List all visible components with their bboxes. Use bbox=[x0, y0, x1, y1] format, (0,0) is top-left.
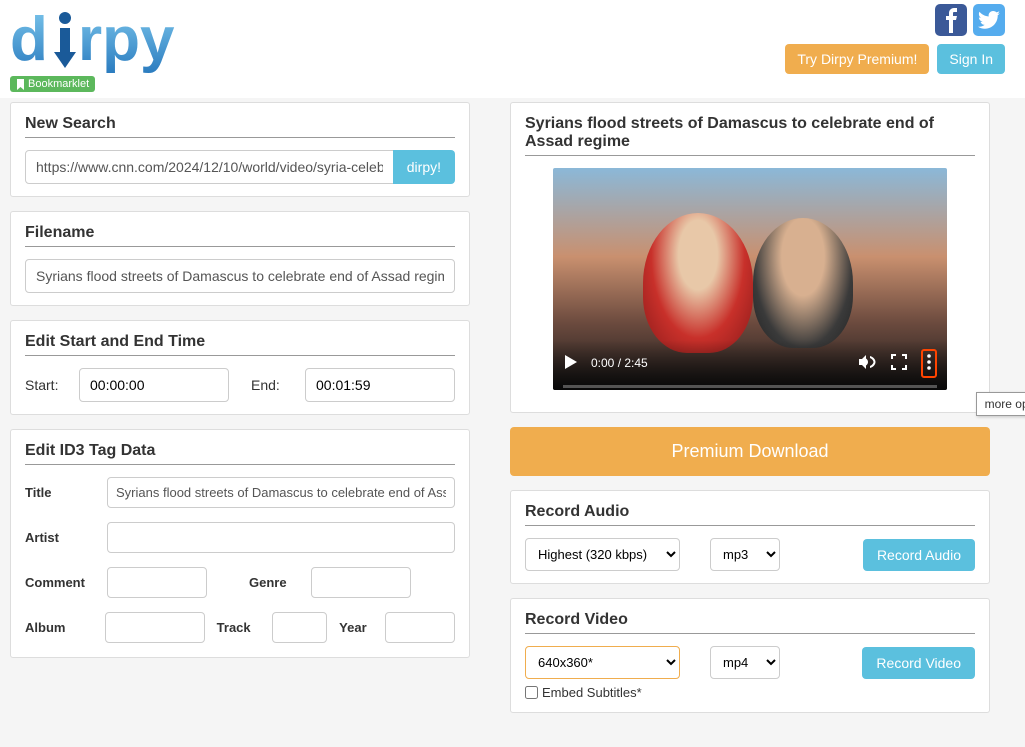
record-audio-button[interactable]: Record Audio bbox=[863, 539, 975, 571]
dirpy-go-button[interactable]: dirpy! bbox=[393, 150, 455, 184]
id3-comment-input[interactable] bbox=[107, 567, 207, 598]
sign-in-button[interactable]: Sign In bbox=[937, 44, 1005, 74]
new-search-panel: New Search dirpy! bbox=[10, 102, 470, 197]
filename-title: Filename bbox=[25, 224, 455, 247]
id3-track-input[interactable] bbox=[272, 612, 327, 643]
svg-text:rpy: rpy bbox=[78, 5, 175, 74]
bookmarklet-label: Bookmarklet bbox=[28, 78, 89, 90]
filename-input[interactable] bbox=[25, 259, 455, 293]
record-audio-panel: Record Audio Highest (320 kbps) mp3 Reco… bbox=[510, 490, 990, 584]
id3-title-label: Title bbox=[25, 485, 95, 500]
id3-track-label: Track bbox=[217, 620, 261, 635]
facebook-icon[interactable] bbox=[935, 4, 967, 36]
new-search-title: New Search bbox=[25, 115, 455, 138]
video-progress-bar[interactable] bbox=[563, 385, 937, 388]
video-panel: Syrians flood streets of Damascus to cel… bbox=[510, 102, 990, 413]
play-icon[interactable] bbox=[563, 354, 579, 373]
start-time-label: Start: bbox=[25, 377, 67, 393]
edit-time-panel: Edit Start and End Time Start: End: bbox=[10, 320, 470, 415]
start-time-input[interactable] bbox=[79, 368, 229, 402]
volume-icon[interactable] bbox=[859, 354, 877, 373]
video-player[interactable]: 0:00 / 2:45 bbox=[553, 168, 947, 390]
svg-text:d: d bbox=[10, 5, 48, 74]
search-url-input[interactable] bbox=[25, 150, 394, 184]
id3-genre-input[interactable] bbox=[311, 567, 411, 598]
video-time-display: 0:00 / 2:45 bbox=[591, 356, 648, 370]
video-title: Syrians flood streets of Damascus to cel… bbox=[525, 115, 975, 156]
id3-comment-label: Comment bbox=[25, 575, 95, 590]
try-premium-button[interactable]: Try Dirpy Premium! bbox=[785, 44, 929, 74]
video-resolution-select[interactable]: 640x360* bbox=[525, 646, 680, 679]
audio-quality-select[interactable]: Highest (320 kbps) bbox=[525, 538, 680, 571]
id3-year-input[interactable] bbox=[385, 612, 455, 643]
bookmarklet-button[interactable]: Bookmarklet bbox=[10, 76, 95, 92]
embed-subtitles-checkbox[interactable] bbox=[525, 686, 538, 699]
bookmark-icon bbox=[16, 79, 25, 90]
id3-album-label: Album bbox=[25, 620, 93, 635]
id3-artist-input[interactable] bbox=[107, 522, 455, 553]
twitter-icon[interactable] bbox=[973, 4, 1005, 36]
fullscreen-icon[interactable] bbox=[891, 354, 907, 373]
audio-format-select[interactable]: mp3 bbox=[710, 538, 780, 571]
logo[interactable]: d rpy bbox=[10, 4, 190, 76]
end-time-label: End: bbox=[251, 377, 293, 393]
id3-year-label: Year bbox=[339, 620, 373, 635]
more-options-tooltip: more options bbox=[976, 392, 1025, 416]
embed-subtitles-label: Embed Subtitles* bbox=[542, 685, 642, 700]
more-options-icon[interactable] bbox=[921, 349, 937, 378]
id3-album-input[interactable] bbox=[105, 612, 205, 643]
id3-title: Edit ID3 Tag Data bbox=[25, 442, 455, 465]
video-format-select[interactable]: mp4 bbox=[710, 646, 780, 679]
id3-genre-label: Genre bbox=[249, 575, 299, 590]
premium-download-button[interactable]: Premium Download bbox=[510, 427, 990, 476]
record-video-button[interactable]: Record Video bbox=[862, 647, 975, 679]
record-video-panel: Record Video 640x360* mp4 Record Video E… bbox=[510, 598, 990, 713]
id3-panel: Edit ID3 Tag Data Title Artist Comment G… bbox=[10, 429, 470, 658]
id3-artist-label: Artist bbox=[25, 530, 95, 545]
record-video-title: Record Video bbox=[525, 611, 975, 634]
id3-title-input[interactable] bbox=[107, 477, 455, 508]
end-time-input[interactable] bbox=[305, 368, 455, 402]
edit-time-title: Edit Start and End Time bbox=[25, 333, 455, 356]
filename-panel: Filename bbox=[10, 211, 470, 306]
record-audio-title: Record Audio bbox=[525, 503, 975, 526]
